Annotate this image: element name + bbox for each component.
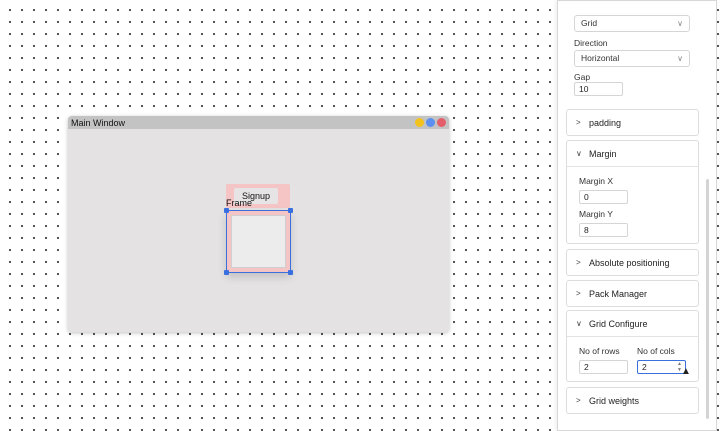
section-grid-weights-title: Grid weights [589, 395, 640, 406]
resize-handle-top-left[interactable] [224, 208, 229, 213]
resize-handle-top-right[interactable] [288, 208, 293, 213]
chevron-right-icon: > [576, 289, 581, 298]
margin-x-input[interactable]: 0 [579, 190, 628, 204]
frame-label: Frame [226, 198, 253, 208]
section-grid-weights-header[interactable]: > Grid weights [567, 388, 698, 413]
section-absolute-positioning-header[interactable]: > Absolute positioning [567, 250, 698, 275]
section-grid-configure-title: Grid Configure [589, 318, 648, 329]
margin-y-label: Margin Y [579, 209, 613, 219]
resize-handle-bottom-left[interactable] [224, 270, 229, 275]
layout-select[interactable]: Grid ∨ [574, 15, 690, 32]
margin-y-input[interactable]: 8 [579, 223, 628, 237]
direction-select-value: Horizontal [581, 53, 620, 63]
chevron-right-icon: > [576, 118, 581, 127]
frame-child[interactable] [231, 215, 286, 268]
window-controls [415, 118, 446, 127]
minimize-button[interactable] [415, 118, 424, 127]
gap-input[interactable]: 10 [574, 82, 623, 96]
section-grid-configure[interactable]: ∨ Grid Configure No of rows 2 No of cols… [566, 310, 699, 382]
gap-label: Gap [574, 72, 591, 82]
frame-widget[interactable] [224, 208, 293, 275]
window-title: Main Window [71, 117, 126, 128]
section-pack-manager-header[interactable]: > Pack Manager [567, 281, 698, 306]
section-padding[interactable]: > padding [566, 109, 699, 136]
section-margin-body: Margin X 0 Margin Y 8 [567, 166, 698, 244]
section-margin-header[interactable]: ∨ Margin [567, 141, 698, 166]
section-grid-configure-header[interactable]: ∨ Grid Configure [567, 311, 698, 336]
section-pack-manager[interactable]: > Pack Manager [566, 280, 699, 307]
cols-input-value: 2 [642, 362, 647, 372]
main-window[interactable]: Main Window Signup Frame [68, 116, 449, 332]
mouse-cursor-icon: ▲ [681, 366, 691, 377]
resize-handle-bottom-right[interactable] [288, 270, 293, 275]
cols-input[interactable]: 2 ▲ ▼ [637, 360, 686, 374]
direction-select[interactable]: Horizontal ∨ [574, 50, 690, 67]
chevron-down-icon: ∨ [677, 19, 683, 28]
rows-label: No of rows [579, 346, 620, 356]
direction-label: Direction [574, 38, 608, 48]
margin-x-label: Margin X [579, 176, 614, 186]
window-titlebar[interactable]: Main Window [68, 116, 449, 129]
section-absolute-positioning-title: Absolute positioning [589, 257, 670, 268]
maximize-button[interactable] [426, 118, 435, 127]
section-grid-configure-body: No of rows 2 No of cols 2 ▲ ▼ [567, 336, 698, 382]
section-margin-title: Margin [589, 148, 617, 159]
cols-label: No of cols [637, 346, 675, 356]
chevron-right-icon: > [576, 258, 581, 267]
scrollbar-thumb[interactable] [706, 179, 709, 419]
close-button[interactable] [437, 118, 446, 127]
chevron-down-icon: ∨ [576, 149, 582, 158]
rows-input[interactable]: 2 [579, 360, 628, 374]
section-absolute-positioning[interactable]: > Absolute positioning [566, 249, 699, 276]
chevron-down-icon: ∨ [677, 54, 683, 63]
section-grid-weights[interactable]: > Grid weights [566, 387, 699, 414]
section-padding-title: padding [589, 117, 622, 128]
section-pack-manager-title: Pack Manager [589, 288, 648, 299]
chevron-right-icon: > [576, 396, 581, 405]
chevron-down-icon: ∨ [576, 319, 582, 328]
layout-select-value: Grid [581, 18, 598, 28]
section-margin[interactable]: ∨ Margin Margin X 0 Margin Y 8 [566, 140, 699, 244]
properties-panel[interactable]: Grid ∨ Direction Horizontal ∨ Gap 10 > p… [557, 0, 717, 431]
section-padding-header[interactable]: > padding [567, 110, 698, 135]
